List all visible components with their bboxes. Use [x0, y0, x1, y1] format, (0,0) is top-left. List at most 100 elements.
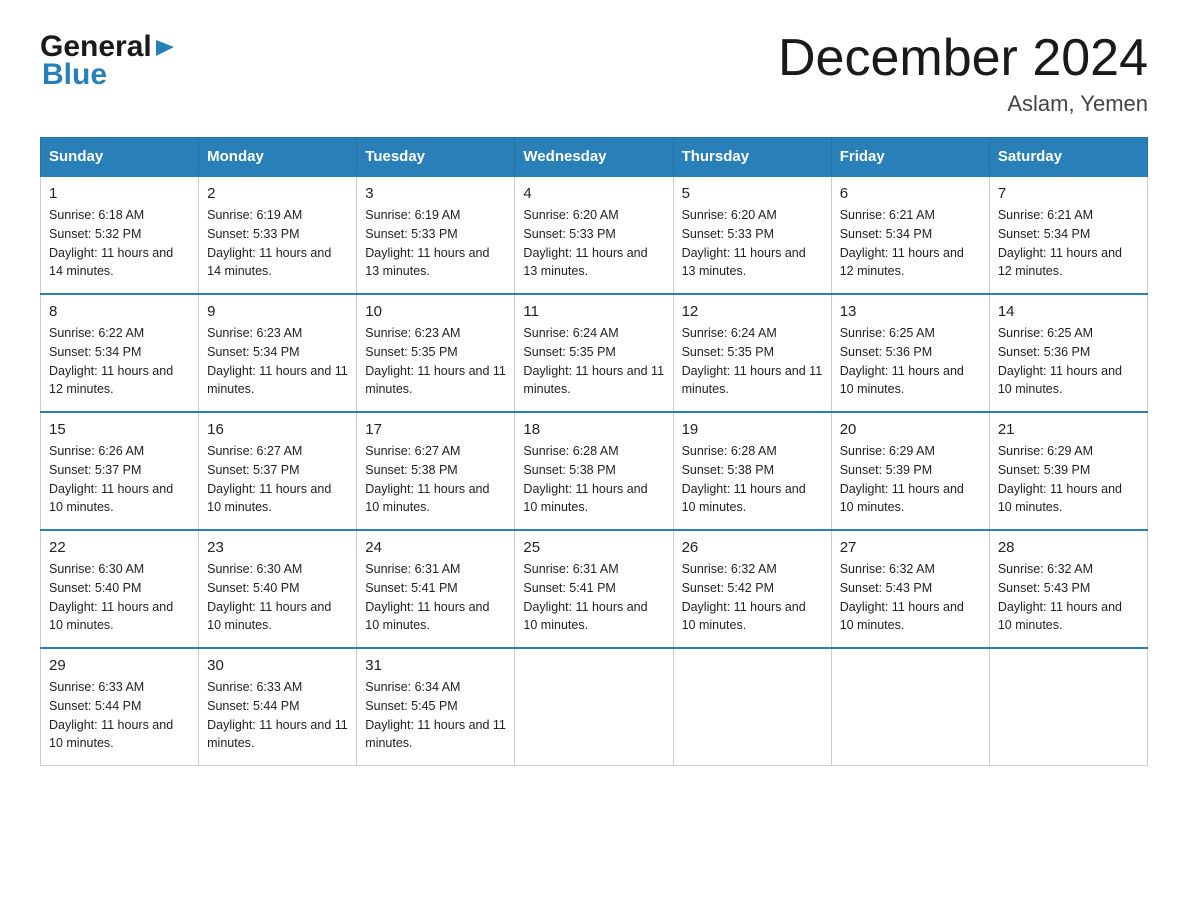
- sunset-label: Sunset: 5:38 PM: [365, 463, 457, 477]
- calendar-cell: 6 Sunrise: 6:21 AM Sunset: 5:34 PM Dayli…: [831, 176, 989, 294]
- day-info: Sunrise: 6:25 AM Sunset: 5:36 PM Dayligh…: [998, 324, 1139, 399]
- daylight-label: Daylight: 11 hours and 10 minutes.: [998, 482, 1122, 515]
- sunset-label: Sunset: 5:34 PM: [840, 227, 932, 241]
- day-number: 7: [998, 185, 1139, 202]
- day-number: 26: [682, 539, 823, 556]
- day-number: 2: [207, 185, 348, 202]
- title-area: December 2024 Aslam, Yemen: [778, 30, 1148, 117]
- daylight-label: Daylight: 11 hours and 10 minutes.: [998, 600, 1122, 633]
- day-number: 13: [840, 303, 981, 320]
- sunset-label: Sunset: 5:41 PM: [365, 581, 457, 595]
- daylight-label: Daylight: 11 hours and 12 minutes.: [840, 246, 964, 279]
- day-number: 31: [365, 657, 506, 674]
- day-number: 23: [207, 539, 348, 556]
- month-year-title: December 2024: [778, 30, 1148, 87]
- daylight-label: Daylight: 11 hours and 10 minutes.: [682, 600, 806, 633]
- day-number: 12: [682, 303, 823, 320]
- calendar-table: SundayMondayTuesdayWednesdayThursdayFrid…: [40, 137, 1148, 766]
- day-info: Sunrise: 6:20 AM Sunset: 5:33 PM Dayligh…: [523, 206, 664, 281]
- day-number: 8: [49, 303, 190, 320]
- calendar-cell: 8 Sunrise: 6:22 AM Sunset: 5:34 PM Dayli…: [41, 294, 199, 412]
- daylight-label: Daylight: 11 hours and 14 minutes.: [49, 246, 173, 279]
- calendar-cell: 4 Sunrise: 6:20 AM Sunset: 5:33 PM Dayli…: [515, 176, 673, 294]
- day-info: Sunrise: 6:34 AM Sunset: 5:45 PM Dayligh…: [365, 678, 506, 753]
- sunset-label: Sunset: 5:43 PM: [840, 581, 932, 595]
- calendar-cell: 14 Sunrise: 6:25 AM Sunset: 5:36 PM Dayl…: [989, 294, 1147, 412]
- sunset-label: Sunset: 5:33 PM: [365, 227, 457, 241]
- sunset-label: Sunset: 5:36 PM: [840, 345, 932, 359]
- sunrise-label: Sunrise: 6:18 AM: [49, 208, 144, 222]
- calendar-cell: 27 Sunrise: 6:32 AM Sunset: 5:43 PM Dayl…: [831, 530, 989, 648]
- day-number: 21: [998, 421, 1139, 438]
- daylight-label: Daylight: 11 hours and 11 minutes.: [207, 718, 348, 751]
- sunrise-label: Sunrise: 6:34 AM: [365, 680, 460, 694]
- day-number: 10: [365, 303, 506, 320]
- sunrise-label: Sunrise: 6:26 AM: [49, 444, 144, 458]
- sunset-label: Sunset: 5:33 PM: [523, 227, 615, 241]
- sunrise-label: Sunrise: 6:31 AM: [523, 562, 618, 576]
- sunrise-label: Sunrise: 6:24 AM: [682, 326, 777, 340]
- calendar-cell: 31 Sunrise: 6:34 AM Sunset: 5:45 PM Dayl…: [357, 648, 515, 766]
- calendar-cell: 29 Sunrise: 6:33 AM Sunset: 5:44 PM Dayl…: [41, 648, 199, 766]
- sunset-label: Sunset: 5:33 PM: [207, 227, 299, 241]
- day-info: Sunrise: 6:32 AM Sunset: 5:43 PM Dayligh…: [840, 560, 981, 635]
- day-info: Sunrise: 6:23 AM Sunset: 5:34 PM Dayligh…: [207, 324, 348, 399]
- daylight-label: Daylight: 11 hours and 10 minutes.: [840, 600, 964, 633]
- day-info: Sunrise: 6:30 AM Sunset: 5:40 PM Dayligh…: [207, 560, 348, 635]
- sunrise-label: Sunrise: 6:21 AM: [998, 208, 1093, 222]
- sunset-label: Sunset: 5:34 PM: [998, 227, 1090, 241]
- day-number: 9: [207, 303, 348, 320]
- sunrise-label: Sunrise: 6:22 AM: [49, 326, 144, 340]
- sunrise-label: Sunrise: 6:30 AM: [207, 562, 302, 576]
- sunrise-label: Sunrise: 6:32 AM: [682, 562, 777, 576]
- day-info: Sunrise: 6:19 AM Sunset: 5:33 PM Dayligh…: [207, 206, 348, 281]
- sunset-label: Sunset: 5:39 PM: [998, 463, 1090, 477]
- day-info: Sunrise: 6:28 AM Sunset: 5:38 PM Dayligh…: [682, 442, 823, 517]
- day-info: Sunrise: 6:20 AM Sunset: 5:33 PM Dayligh…: [682, 206, 823, 281]
- sunrise-label: Sunrise: 6:19 AM: [207, 208, 302, 222]
- calendar-cell: [673, 648, 831, 766]
- calendar-header-row: SundayMondayTuesdayWednesdayThursdayFrid…: [41, 138, 1148, 177]
- day-number: 6: [840, 185, 981, 202]
- column-header-monday: Monday: [199, 138, 357, 177]
- day-info: Sunrise: 6:25 AM Sunset: 5:36 PM Dayligh…: [840, 324, 981, 399]
- sunrise-label: Sunrise: 6:25 AM: [998, 326, 1093, 340]
- daylight-label: Daylight: 11 hours and 11 minutes.: [365, 364, 506, 397]
- calendar-cell: 23 Sunrise: 6:30 AM Sunset: 5:40 PM Dayl…: [199, 530, 357, 648]
- calendar-cell: 17 Sunrise: 6:27 AM Sunset: 5:38 PM Dayl…: [357, 412, 515, 530]
- day-info: Sunrise: 6:29 AM Sunset: 5:39 PM Dayligh…: [840, 442, 981, 517]
- sunrise-label: Sunrise: 6:28 AM: [682, 444, 777, 458]
- day-number: 1: [49, 185, 190, 202]
- daylight-label: Daylight: 11 hours and 14 minutes.: [207, 246, 331, 279]
- day-number: 30: [207, 657, 348, 674]
- sunset-label: Sunset: 5:38 PM: [523, 463, 615, 477]
- daylight-label: Daylight: 11 hours and 13 minutes.: [682, 246, 806, 279]
- day-info: Sunrise: 6:18 AM Sunset: 5:32 PM Dayligh…: [49, 206, 190, 281]
- column-header-tuesday: Tuesday: [357, 138, 515, 177]
- day-number: 17: [365, 421, 506, 438]
- calendar-cell: 1 Sunrise: 6:18 AM Sunset: 5:32 PM Dayli…: [41, 176, 199, 294]
- calendar-cell: 28 Sunrise: 6:32 AM Sunset: 5:43 PM Dayl…: [989, 530, 1147, 648]
- sunrise-label: Sunrise: 6:24 AM: [523, 326, 618, 340]
- calendar-cell: 24 Sunrise: 6:31 AM Sunset: 5:41 PM Dayl…: [357, 530, 515, 648]
- sunrise-label: Sunrise: 6:21 AM: [840, 208, 935, 222]
- calendar-cell: 7 Sunrise: 6:21 AM Sunset: 5:34 PM Dayli…: [989, 176, 1147, 294]
- daylight-label: Daylight: 11 hours and 10 minutes.: [523, 482, 647, 515]
- daylight-label: Daylight: 11 hours and 10 minutes.: [365, 482, 489, 515]
- sunrise-label: Sunrise: 6:27 AM: [365, 444, 460, 458]
- sunrise-label: Sunrise: 6:27 AM: [207, 444, 302, 458]
- day-info: Sunrise: 6:33 AM Sunset: 5:44 PM Dayligh…: [207, 678, 348, 753]
- sunrise-label: Sunrise: 6:33 AM: [49, 680, 144, 694]
- sunrise-label: Sunrise: 6:19 AM: [365, 208, 460, 222]
- day-info: Sunrise: 6:23 AM Sunset: 5:35 PM Dayligh…: [365, 324, 506, 399]
- sunrise-label: Sunrise: 6:31 AM: [365, 562, 460, 576]
- day-info: Sunrise: 6:31 AM Sunset: 5:41 PM Dayligh…: [365, 560, 506, 635]
- column-header-friday: Friday: [831, 138, 989, 177]
- sunset-label: Sunset: 5:41 PM: [523, 581, 615, 595]
- sunset-label: Sunset: 5:34 PM: [49, 345, 141, 359]
- column-header-thursday: Thursday: [673, 138, 831, 177]
- calendar-cell: [989, 648, 1147, 766]
- day-number: 19: [682, 421, 823, 438]
- day-info: Sunrise: 6:27 AM Sunset: 5:37 PM Dayligh…: [207, 442, 348, 517]
- day-number: 20: [840, 421, 981, 438]
